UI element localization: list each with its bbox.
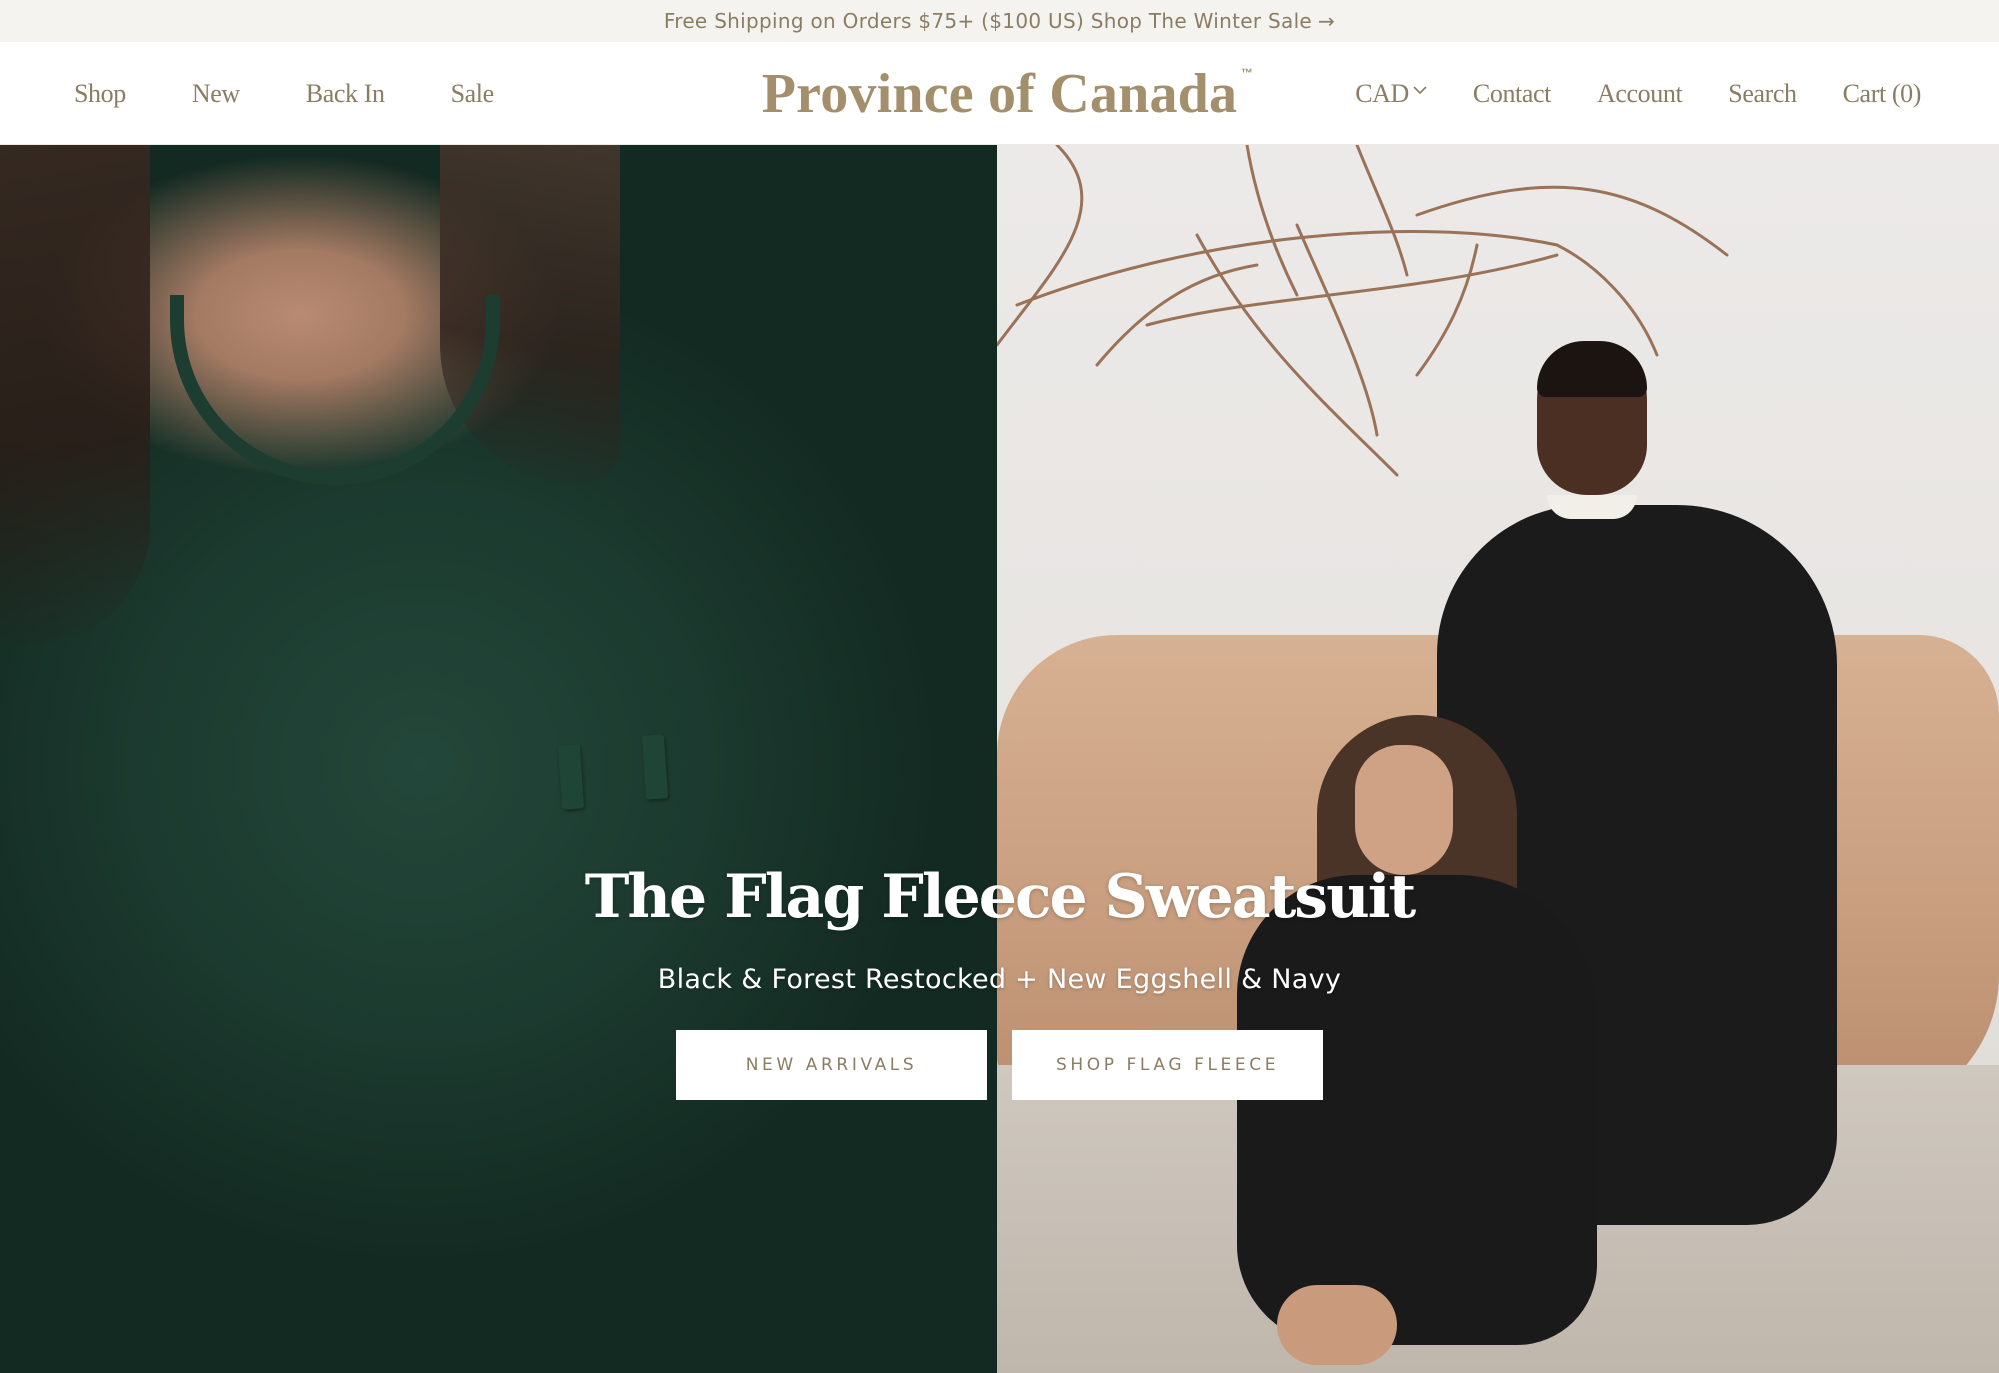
- announcement-text[interactable]: Free Shipping on Orders $75+ ($100 US) S…: [664, 9, 1312, 33]
- hero-buttons: NEW ARRIVALS SHOP FLAG FLEECE: [676, 1030, 1323, 1100]
- shop-flag-fleece-button[interactable]: SHOP FLAG FLEECE: [1012, 1030, 1323, 1100]
- nav-sale-link[interactable]: Sale: [451, 79, 495, 109]
- nav-account-link[interactable]: Account: [1597, 79, 1683, 109]
- primary-nav: Shop New Back In Sale: [74, 42, 560, 145]
- nav-search-link[interactable]: Search: [1728, 79, 1797, 109]
- logo-text: Province of Canada: [761, 62, 1238, 125]
- hero-title: The Flag Fleece Sweatsuit: [584, 862, 1416, 932]
- trademark-mark: ™: [1241, 65, 1254, 80]
- announcement-bar[interactable]: Free Shipping on Orders $75+ ($100 US) S…: [0, 0, 1999, 42]
- nav-cart-link[interactable]: Cart (0): [1843, 79, 1922, 109]
- hero-content: The Flag Fleece Sweatsuit Black & Forest…: [0, 145, 1999, 1373]
- site-logo[interactable]: Province of Canada ™: [761, 62, 1253, 126]
- nav-back-in-link[interactable]: Back In: [306, 79, 385, 109]
- new-arrivals-button[interactable]: NEW ARRIVALS: [676, 1030, 987, 1100]
- nav-new-link[interactable]: New: [192, 79, 240, 109]
- nav-shop-link[interactable]: Shop: [74, 79, 126, 109]
- hero-banner: The Flag Fleece Sweatsuit Black & Forest…: [0, 145, 1999, 1373]
- arrow-right-icon: →: [1318, 9, 1336, 33]
- site-header: Shop New Back In Sale Province of Canada…: [0, 42, 1999, 145]
- chevron-down-icon: [1413, 86, 1427, 95]
- currency-label: CAD: [1355, 78, 1409, 108]
- hero-subtitle: Black & Forest Restocked + New Eggshell …: [657, 964, 1342, 995]
- currency-selector[interactable]: CAD: [1355, 79, 1427, 109]
- nav-contact-link[interactable]: Contact: [1473, 79, 1551, 109]
- utility-nav: CAD Contact Account Search Cart (0): [1355, 42, 1921, 145]
